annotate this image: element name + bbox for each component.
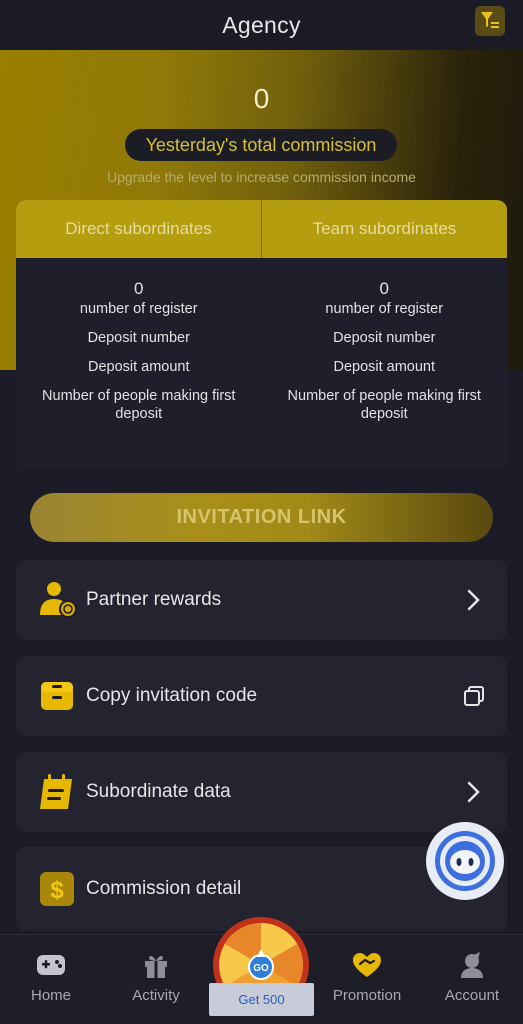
upgrade-hint: Upgrade the level to increase commission… bbox=[107, 169, 416, 185]
team-subordinates-title: Team subordinates bbox=[261, 200, 507, 258]
subordinates-header: Direct subordinates Team subordinates bbox=[16, 200, 507, 258]
direct-deposit-number-label: Deposit number bbox=[87, 330, 190, 346]
chevron-right-icon bbox=[459, 585, 489, 615]
menu-partner-rewards[interactable]: Partner rewards bbox=[16, 560, 507, 640]
customer-service-button[interactable] bbox=[426, 822, 504, 900]
chevron-right-icon bbox=[459, 777, 489, 807]
team-subordinates-stats: 0 number of register Deposit number Depo… bbox=[262, 278, 508, 423]
team-register-label: number of register bbox=[325, 301, 444, 317]
tab-account[interactable]: Account bbox=[427, 949, 517, 1004]
direct-deposit-amount-label: Deposit amount bbox=[87, 359, 190, 375]
menu-partner-rewards-label: Partner rewards bbox=[86, 589, 222, 610]
gamepad-icon bbox=[6, 949, 96, 981]
tab-activity-label: Activity bbox=[132, 987, 180, 1004]
gift-icon bbox=[111, 949, 201, 981]
handshake-icon bbox=[322, 949, 412, 981]
direct-register-label: number of register bbox=[79, 301, 198, 317]
partner-rewards-icon bbox=[36, 579, 78, 621]
filter-button[interactable] bbox=[475, 6, 505, 36]
menu-subordinate-data[interactable]: Subordinate data bbox=[16, 752, 507, 832]
direct-subordinates-title: Direct subordinates bbox=[65, 219, 212, 238]
commission-value: 0 bbox=[253, 83, 270, 114]
subordinate-data-icon bbox=[36, 771, 78, 813]
direct-register-count: 0 bbox=[134, 279, 144, 298]
tab-home[interactable]: Home bbox=[6, 949, 96, 1004]
subordinates-card: Direct subordinates Team subordinates 0 … bbox=[16, 200, 507, 468]
tab-account-label: Account bbox=[444, 987, 500, 1004]
team-register-count: 0 bbox=[379, 279, 389, 298]
team-deposit-number-label: Deposit number bbox=[333, 330, 436, 346]
tab-activity[interactable]: Activity bbox=[111, 949, 201, 1004]
copy-icon[interactable] bbox=[459, 681, 489, 711]
dollar-icon: $ bbox=[36, 868, 78, 910]
menu-subordinate-data-label: Subordinate data bbox=[86, 781, 231, 802]
copy-code-icon bbox=[36, 675, 78, 717]
menu-copy-invitation-code-label: Copy invitation code bbox=[86, 685, 258, 706]
svg-text:$: $ bbox=[50, 877, 64, 904]
tab-promotion-label: Promotion bbox=[332, 987, 402, 1004]
direct-first-deposit-label: Number of people making first deposit bbox=[42, 388, 236, 422]
account-icon bbox=[427, 949, 517, 981]
get-500-button[interactable]: Get 500 bbox=[209, 983, 314, 1016]
wheel-go-label: GO bbox=[253, 963, 269, 974]
tab-promotion[interactable]: Promotion bbox=[322, 949, 412, 1004]
tab-home-label: Home bbox=[30, 987, 71, 1004]
menu-copy-invitation-code[interactable]: Copy invitation code bbox=[16, 656, 507, 736]
commission-label-pill: Yesterday's total commission bbox=[125, 129, 397, 161]
filter-icon bbox=[481, 12, 499, 28]
page-title: Agency bbox=[222, 11, 301, 38]
chat-bot-icon bbox=[435, 831, 495, 891]
direct-subordinates-stats: 0 number of register Deposit number Depo… bbox=[16, 278, 262, 423]
invitation-link-button[interactable]: INVITATION LINK bbox=[30, 493, 493, 542]
team-deposit-amount-label: Deposit amount bbox=[333, 359, 436, 375]
team-first-deposit-label: Number of people making first deposit bbox=[287, 388, 481, 422]
top-bar: Agency bbox=[0, 0, 523, 50]
